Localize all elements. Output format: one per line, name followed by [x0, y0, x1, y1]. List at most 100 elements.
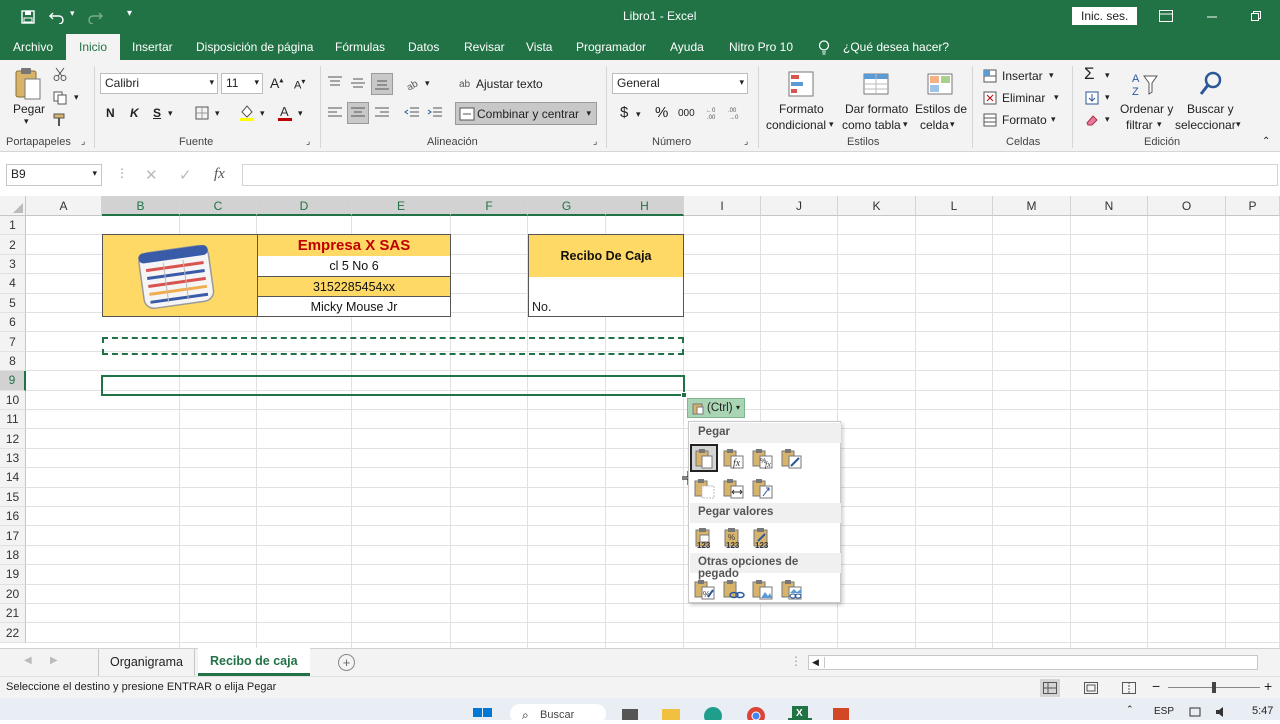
scrollbar-thumb[interactable] [824, 657, 1254, 668]
paste-options-dropdown-icon[interactable]: ▾ [736, 403, 740, 412]
person-cell[interactable]: Micky Mouse Jr [257, 297, 451, 317]
column-header-d[interactable]: D [257, 196, 352, 216]
paste-formatting-icon[interactable]: % [693, 577, 717, 601]
tab-formulas[interactable]: Fórmulas [335, 40, 385, 54]
sheet-tabs-splitter-icon[interactable]: ⋮ [790, 654, 802, 668]
formula-bar-grip-icon[interactable]: ⋮ [116, 166, 128, 180]
row-header-12[interactable]: 12 [0, 429, 26, 449]
edge-icon[interactable] [702, 706, 724, 720]
page-break-view-icon[interactable] [1120, 679, 1138, 697]
column-header-m[interactable]: M [993, 196, 1071, 216]
cell-styles-label-2[interactable]: celda [920, 118, 949, 132]
font-name-box[interactable]: Calibri ▾ [100, 73, 218, 94]
bold-button[interactable]: N [106, 106, 115, 120]
column-header-a[interactable]: A [26, 196, 102, 216]
sheet-scroll-left-icon[interactable]: ◀ [24, 655, 32, 666]
font-color-icon[interactable]: A [276, 103, 294, 123]
conditional-format-dropdown-icon[interactable]: ▾ [829, 119, 834, 130]
row-header-5[interactable]: 5 [0, 293, 26, 313]
autosum-icon[interactable]: Σ [1084, 64, 1095, 84]
tab-revisar[interactable]: Revisar [464, 40, 505, 54]
clipboard-launcher-icon[interactable]: ⌟ [81, 136, 85, 147]
column-header-b[interactable]: B [102, 196, 180, 216]
row-header-19[interactable]: 19 [0, 565, 26, 585]
tab-programador[interactable]: Programador [576, 40, 646, 54]
font-name-dropdown-icon[interactable]: ▾ [209, 77, 214, 88]
cell-styles-icon[interactable] [924, 68, 956, 100]
tab-inicio[interactable]: Inicio [66, 34, 121, 60]
worksheet-grid[interactable]: ABCDEFGHIJKLMNOP 1 2 3 4 5 6 7 8 9 10 11 12 13 14 15 16… [0, 196, 1280, 648]
task-view-icon[interactable] [620, 706, 640, 720]
cut-icon[interactable] [52, 66, 68, 82]
insert-function-icon[interactable]: fx [214, 166, 225, 183]
decrease-indent-icon[interactable] [403, 104, 421, 122]
fill-color-dropdown-icon[interactable]: ▾ [260, 108, 265, 119]
name-box-dropdown-icon[interactable]: ▾ [92, 168, 97, 179]
tab-disposicion[interactable]: Disposición de página [196, 40, 313, 54]
delete-cells-icon[interactable] [982, 90, 998, 106]
paste-linked-picture-icon[interactable] [780, 577, 804, 601]
borders-icon[interactable] [194, 105, 210, 121]
insert-dropdown-icon[interactable]: ▾ [1049, 70, 1054, 81]
undo-icon[interactable] [48, 8, 66, 26]
decrease-decimal-icon[interactable]: .00 →0 [727, 104, 745, 122]
paste-icon[interactable] [12, 66, 44, 102]
row-header-18[interactable]: 18 [0, 545, 26, 566]
sign-in-button[interactable]: Inic. ses. [1072, 7, 1138, 25]
align-right-icon[interactable] [373, 104, 391, 122]
paste-keep-source-format-icon[interactable] [780, 446, 804, 470]
formula-input[interactable] [242, 164, 1278, 186]
paste-picture-icon[interactable] [751, 577, 775, 601]
row-header-20[interactable]: 20 [0, 584, 26, 604]
column-header-g[interactable]: G [528, 196, 606, 216]
minimize-icon[interactable] [1204, 9, 1220, 25]
merge-center-button[interactable]: Combinar y centrar ▾ [455, 102, 597, 125]
conditional-format-label-1[interactable]: Formato [779, 102, 824, 116]
find-select-label-1[interactable]: Buscar y [1187, 102, 1234, 116]
paste-transpose-icon[interactable] [751, 476, 775, 500]
phone-cell[interactable]: 3152285454xx [257, 277, 451, 297]
currency-button[interactable]: $ [620, 104, 628, 121]
row-header-6[interactable]: 6 [0, 313, 26, 333]
column-header-j[interactable]: J [761, 196, 838, 216]
undo-dropdown-icon[interactable]: ▾ [70, 8, 75, 19]
alignment-launcher-icon[interactable]: ⌟ [593, 136, 597, 147]
font-size-dropdown-icon[interactable]: ▾ [254, 77, 259, 88]
clear-icon[interactable] [1084, 112, 1100, 128]
italic-button[interactable]: K [130, 106, 139, 120]
delete-cells-button[interactable]: Eliminar [1002, 91, 1045, 105]
copy-icon[interactable] [52, 90, 68, 106]
save-icon[interactable] [20, 9, 36, 25]
horizontal-scrollbar[interactable]: ◀ [808, 655, 1258, 670]
row-header-17[interactable]: 17 [0, 526, 26, 546]
volume-icon[interactable] [1214, 706, 1228, 718]
underline-dropdown-icon[interactable]: ▾ [168, 108, 173, 119]
paste-no-borders-icon[interactable] [693, 476, 717, 500]
wrap-text-button[interactable]: Ajustar texto [476, 77, 543, 91]
logo-cell[interactable] [102, 234, 258, 317]
wrap-text-icon[interactable]: ab [458, 74, 474, 92]
column-header-o[interactable]: O [1148, 196, 1226, 216]
row-header-1[interactable]: 1 [0, 216, 26, 236]
format-table-icon[interactable] [860, 68, 892, 100]
sheet-tab-organigrama[interactable]: Organigrama [98, 649, 195, 676]
column-header-i[interactable]: I [684, 196, 761, 216]
format-table-dropdown-icon[interactable]: ▾ [903, 119, 908, 130]
paste-all-icon[interactable] [690, 444, 718, 472]
paste-values-number-format-icon[interactable]: % 123 [722, 526, 746, 550]
format-painter-icon[interactable] [52, 112, 68, 128]
paste-button-label[interactable]: Pegar [13, 102, 45, 116]
taskbar-search[interactable]: ⌕ Buscar [510, 704, 606, 724]
font-launcher-icon[interactable]: ⌟ [306, 136, 310, 147]
format-table-label-1[interactable]: Dar formato [845, 102, 908, 116]
format-dropdown-icon[interactable]: ▾ [1051, 114, 1056, 125]
row-header-3[interactable]: 3 [0, 254, 26, 275]
sheet-scroll-right-icon[interactable]: ▶ [50, 655, 58, 666]
row-header-10[interactable]: 10 [0, 390, 26, 410]
autosum-dropdown-icon[interactable]: ▾ [1105, 70, 1110, 81]
delete-dropdown-icon[interactable]: ▾ [1054, 92, 1059, 103]
orientation-dropdown-icon[interactable]: ▾ [425, 78, 430, 89]
borders-dropdown-icon[interactable]: ▾ [215, 108, 220, 119]
tell-me-search[interactable]: ¿Qué desea hacer? [843, 40, 949, 54]
paste-formulas-number-format-icon[interactable]: % fx [751, 446, 775, 470]
